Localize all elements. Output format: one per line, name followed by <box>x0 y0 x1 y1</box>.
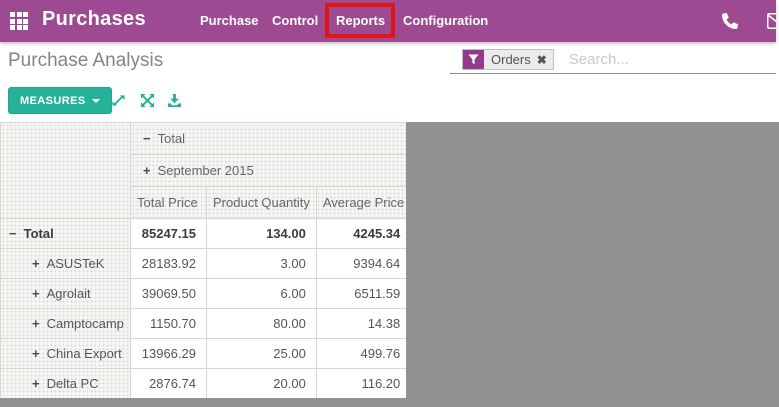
nav-item-control[interactable]: Control <box>272 13 318 28</box>
measures-button-label: MEASURES <box>20 95 86 107</box>
row-label-delta-pc[interactable]: +Delta PC <box>1 369 131 399</box>
expand-icon[interactable]: + <box>32 346 40 361</box>
cell-value: 80.00 <box>207 309 317 339</box>
top-navbar: Purchases Purchase Control Reports Confi… <box>0 0 776 42</box>
app-title: Purchases <box>42 8 146 31</box>
search-input[interactable]: Search... <box>569 51 629 68</box>
row-label-camptocamp[interactable]: +Camptocamp <box>1 309 131 339</box>
nav-item-reports[interactable]: Reports <box>336 13 385 28</box>
cell-value: 116.20 <box>316 369 410 399</box>
flip-axis-icon[interactable] <box>111 93 126 108</box>
col-header-september-2015[interactable]: +September 2015 <box>131 155 411 187</box>
cell-value: 9394.64 <box>316 249 410 279</box>
cell-value: 39069.50 <box>131 279 207 309</box>
nav-item-configuration[interactable]: Configuration <box>403 13 488 28</box>
pivot-table: −Total +September 2015 Total Price Produ… <box>0 122 411 399</box>
cell-value: 499.76 <box>316 339 410 369</box>
table-row-china-export: +China Export 13966.29 25.00 499.76 <box>1 339 411 369</box>
cell-value: 28183.92 <box>131 249 207 279</box>
filter-funnel-icon <box>463 50 484 69</box>
cell-value: 4245.34 <box>316 219 410 249</box>
cell-value: 14.38 <box>316 309 410 339</box>
row-label-total[interactable]: −Total <box>1 219 131 249</box>
cell-value: 134.00 <box>207 219 317 249</box>
cell-value: 1150.70 <box>131 309 207 339</box>
cell-value: 25.00 <box>207 339 317 369</box>
row-label-china-export[interactable]: +China Export <box>1 339 131 369</box>
cell-value: 20.00 <box>207 369 317 399</box>
envelope-icon[interactable] <box>767 13 776 27</box>
expand-icon[interactable]: + <box>143 163 151 178</box>
page-title: Purchase Analysis <box>8 50 163 72</box>
row-label-agrolait[interactable]: +Agrolait <box>1 279 131 309</box>
chevron-down-icon <box>92 99 100 103</box>
pivot-corner-cell <box>1 123 131 219</box>
collapse-icon[interactable]: − <box>143 131 151 146</box>
expand-icon[interactable]: + <box>32 316 40 331</box>
table-row-delta-pc: +Delta PC 2876.74 20.00 116.20 <box>1 369 411 399</box>
dimmed-region-right <box>406 122 779 407</box>
expand-all-icon[interactable] <box>140 93 155 108</box>
row-label-asustek[interactable]: +ASUSTeK <box>1 249 131 279</box>
collapse-icon[interactable]: − <box>9 226 17 241</box>
dimmed-region-bottom <box>0 398 406 407</box>
table-row-agrolait: +Agrolait 39069.50 6.00 6511.59 <box>1 279 411 309</box>
cell-value: 85247.15 <box>131 219 207 249</box>
facet-remove-icon[interactable]: ✖ <box>536 50 553 69</box>
measure-header-total-price[interactable]: Total Price <box>131 187 207 219</box>
phone-icon[interactable] <box>722 13 738 29</box>
cell-value: 2876.74 <box>131 369 207 399</box>
apps-grid-icon[interactable] <box>10 12 28 30</box>
nav-item-purchase[interactable]: Purchase <box>200 13 259 28</box>
table-row-camptocamp: +Camptocamp 1150.70 80.00 14.38 <box>1 309 411 339</box>
expand-icon[interactable]: + <box>32 256 40 271</box>
download-xlsx-icon[interactable] <box>167 93 182 108</box>
measures-button[interactable]: MEASURES <box>8 87 112 114</box>
odoo-purchases-screen: Purchases Purchase Control Reports Confi… <box>0 0 779 407</box>
expand-icon[interactable]: + <box>32 376 40 391</box>
search-bar[interactable]: Orders ✖ Search... <box>450 46 776 74</box>
expand-icon[interactable]: + <box>32 286 40 301</box>
filter-facet: Orders ✖ <box>462 49 554 70</box>
col-header-total[interactable]: −Total <box>131 123 411 155</box>
cell-value: 6511.59 <box>316 279 410 309</box>
cell-value: 13966.29 <box>131 339 207 369</box>
facet-label: Orders <box>484 50 536 69</box>
measure-header-product-quantity[interactable]: Product Quantity <box>207 187 317 219</box>
cell-value: 6.00 <box>207 279 317 309</box>
table-row-total: −Total 85247.15 134.00 4245.34 <box>1 219 411 249</box>
measure-header-average-price[interactable]: Average Price <box>316 187 410 219</box>
cell-value: 3.00 <box>207 249 317 279</box>
table-row-asustek: +ASUSTeK 28183.92 3.00 9394.64 <box>1 249 411 279</box>
